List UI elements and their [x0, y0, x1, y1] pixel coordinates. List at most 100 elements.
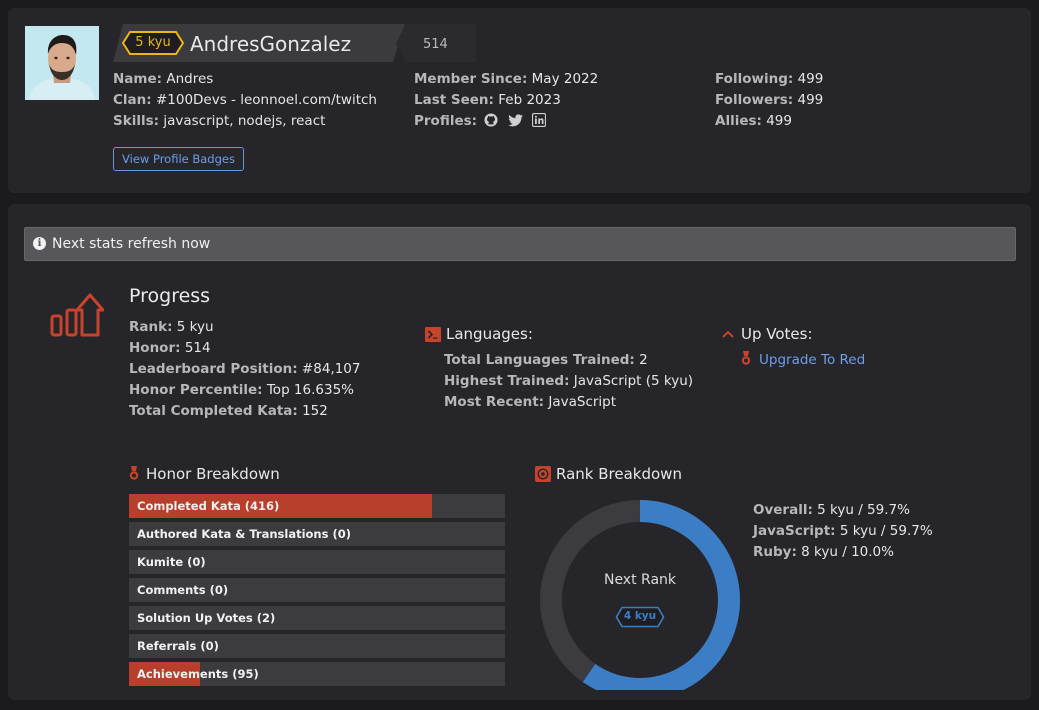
honor-bar-label: Solution Up Votes (2) [137, 611, 276, 625]
refresh-notice: i Next stats refresh now [24, 227, 1016, 261]
upgrade-to-red-link[interactable]: Upgrade To Red [759, 352, 865, 368]
terminal-icon [425, 327, 441, 346]
languages-trained-value: 2 [639, 352, 648, 368]
followers-label: Followers: [715, 92, 794, 108]
leaderboard-value: #84,107 [301, 361, 361, 377]
javascript-rank-row: JavaScript: 5 kyu / 59.7% [753, 523, 933, 539]
honor-bar-label: Kumite (0) [137, 555, 206, 569]
honor-bar-label: Comments (0) [137, 583, 229, 597]
javascript-rank-label: JavaScript: [753, 523, 836, 539]
honor-bar: Achievements (95) [129, 662, 505, 686]
rank-badge: 5 kyu [121, 30, 185, 56]
allies-row[interactable]: Allies: 499 [715, 113, 792, 129]
honor-bar: Completed Kata (416) [129, 494, 505, 518]
profiles-label: Profiles: [414, 113, 478, 129]
leaderboard-label: Leaderboard Position: [129, 361, 298, 377]
ruby-rank-row: Ruby: 8 kyu / 10.0% [753, 544, 894, 560]
medal-icon [741, 351, 751, 370]
ruby-rank-label: Ruby: [753, 544, 797, 560]
profile-card: 5 kyu AndresGonzalez 514 Name: Andres Cl… [8, 8, 1031, 193]
languages-trained-label: Total Languages Trained: [444, 352, 635, 368]
languages-trained-row: Total Languages Trained: 2 [444, 352, 648, 368]
clan-row: Clan: #100Devs - leonnoel.com/twitch [113, 92, 377, 108]
javascript-rank-value: 5 kyu / 59.7% [839, 523, 933, 539]
next-rank-badge-label: 4 kyu [623, 610, 657, 622]
chevron-up-icon [721, 328, 735, 343]
honor-percentile-row: Honor Percentile: Top 16.635% [129, 382, 354, 398]
honor-breakdown-title: Honor Breakdown [146, 465, 280, 483]
linkedin-icon[interactable] [531, 112, 547, 131]
rank-badge-label: 5 kyu [135, 35, 171, 50]
rank-breakdown-title: Rank Breakdown [556, 465, 682, 483]
languages-title: Languages: [446, 325, 533, 343]
avatar-image [25, 26, 99, 100]
followers-row[interactable]: Followers: 499 [715, 92, 823, 108]
honor-value: 514 [423, 37, 448, 52]
highest-trained-value: JavaScript (5 kyu) [573, 373, 694, 389]
skills-label: Skills: [113, 113, 160, 129]
completed-kata-row: Total Completed Kata: 152 [129, 403, 328, 419]
refresh-notice-text: Next stats refresh now [52, 236, 211, 252]
rank-donut-svg [540, 500, 740, 690]
most-recent-value: JavaScript [548, 394, 617, 410]
honor-bar: Comments (0) [129, 578, 505, 602]
rank-donut-chart: Next Rank 4 kyu [540, 500, 740, 690]
progress-chart-icon [50, 290, 105, 342]
progress-rank-value: 5 kyu [176, 319, 214, 335]
progress-rank-row: Rank: 5 kyu [129, 319, 214, 335]
progress-title: Progress [129, 285, 211, 307]
allies-label: Allies: [715, 113, 762, 129]
name-label: Name: [113, 71, 163, 87]
name-row: Name: Andres [113, 71, 213, 87]
honor-bar: Solution Up Votes (2) [129, 606, 505, 630]
honor-bar-label: Referrals (0) [137, 639, 219, 653]
avatar[interactable] [25, 26, 99, 100]
following-value: 499 [797, 71, 824, 87]
up-votes-title: Up Votes: [741, 325, 813, 343]
most-recent-label: Most Recent: [444, 394, 545, 410]
member-since-value: May 2022 [531, 71, 599, 87]
last-seen-value: Feb 2023 [498, 92, 561, 108]
twitter-icon[interactable] [507, 114, 523, 131]
highest-trained-row: Highest Trained: JavaScript (5 kyu) [444, 373, 693, 389]
progress-honor-value: 514 [184, 340, 211, 356]
completed-kata-label: Total Completed Kata: [129, 403, 298, 419]
most-recent-row: Most Recent: JavaScript [444, 394, 616, 410]
honor-bar-label: Achievements (95) [137, 667, 259, 681]
name-value: Andres [166, 71, 214, 87]
progress-rank-label: Rank: [129, 319, 173, 335]
following-row[interactable]: Following: 499 [715, 71, 823, 87]
honor-percentile-label: Honor Percentile: [129, 382, 263, 398]
clan-value: #100Devs - leonnoel.com/twitch [155, 92, 377, 108]
last-seen-row: Last Seen: Feb 2023 [414, 92, 561, 108]
honor-bar-label: Completed Kata (416) [137, 499, 280, 513]
allies-value: 499 [766, 113, 792, 129]
ruby-rank-value: 8 kyu / 10.0% [801, 544, 894, 560]
highest-trained-label: Highest Trained: [444, 373, 570, 389]
progress-honor-label: Honor: [129, 340, 181, 356]
info-icon: i [33, 237, 46, 250]
overall-rank-row: Overall: 5 kyu / 59.7% [753, 502, 910, 518]
skills-row: Skills: javascript, nodejs, react [113, 113, 325, 129]
next-rank-label: Next Rank [603, 572, 677, 588]
donut-progress-arc [582, 500, 740, 690]
completed-kata-value: 152 [302, 403, 328, 419]
stats-card: i Next stats refresh now Progress Rank: … [8, 204, 1031, 700]
leaderboard-row: Leaderboard Position: #84,107 [129, 361, 360, 377]
profiles-row: Profiles: [414, 112, 547, 131]
overall-rank-value: 5 kyu / 59.7% [817, 502, 910, 518]
view-profile-badges-button[interactable]: View Profile Badges [113, 147, 244, 171]
honor-bar: Kumite (0) [129, 550, 505, 574]
honor-bar: Authored Kata & Translations (0) [129, 522, 505, 546]
followers-value: 499 [797, 92, 824, 108]
last-seen-label: Last Seen: [414, 92, 494, 108]
honor-tag: 514 [396, 24, 476, 62]
next-rank-badge: 4 kyu [615, 606, 665, 628]
honor-bar-label: Authored Kata & Translations (0) [137, 527, 351, 541]
member-since-label: Member Since: [414, 71, 528, 87]
github-icon[interactable] [484, 113, 498, 131]
following-label: Following: [715, 71, 794, 87]
honor-medal-icon [129, 466, 139, 485]
username: AndresGonzalez [190, 32, 352, 56]
honor-percentile-value: Top 16.635% [266, 382, 354, 398]
